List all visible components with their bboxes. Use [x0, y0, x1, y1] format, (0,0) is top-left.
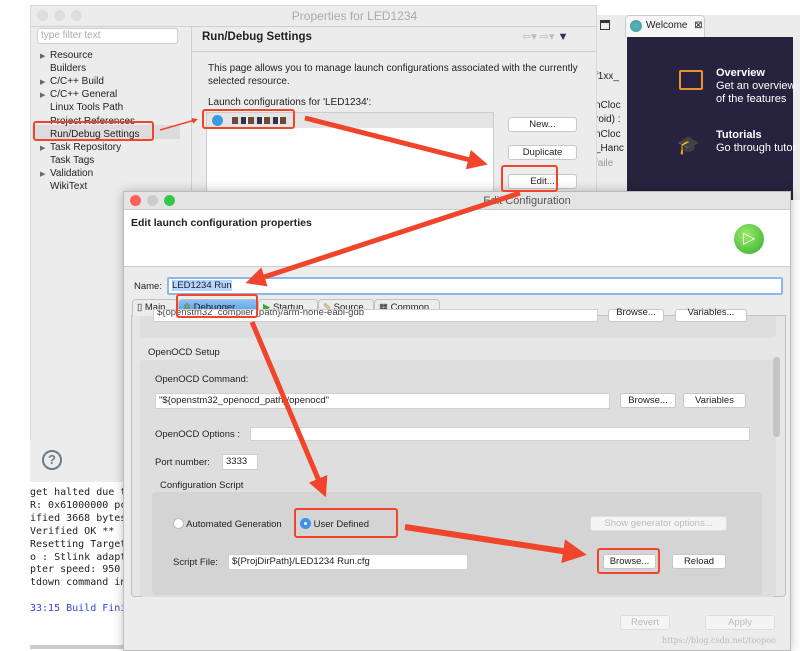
annotation-arrows	[159, 115, 587, 564]
arrow-to-edit	[304, 115, 488, 170]
arrow-to-user-defined	[249, 321, 328, 498]
arrow-to-browse	[404, 524, 587, 564]
arrow-to-config	[159, 117, 198, 131]
arrow-to-name	[245, 190, 521, 287]
